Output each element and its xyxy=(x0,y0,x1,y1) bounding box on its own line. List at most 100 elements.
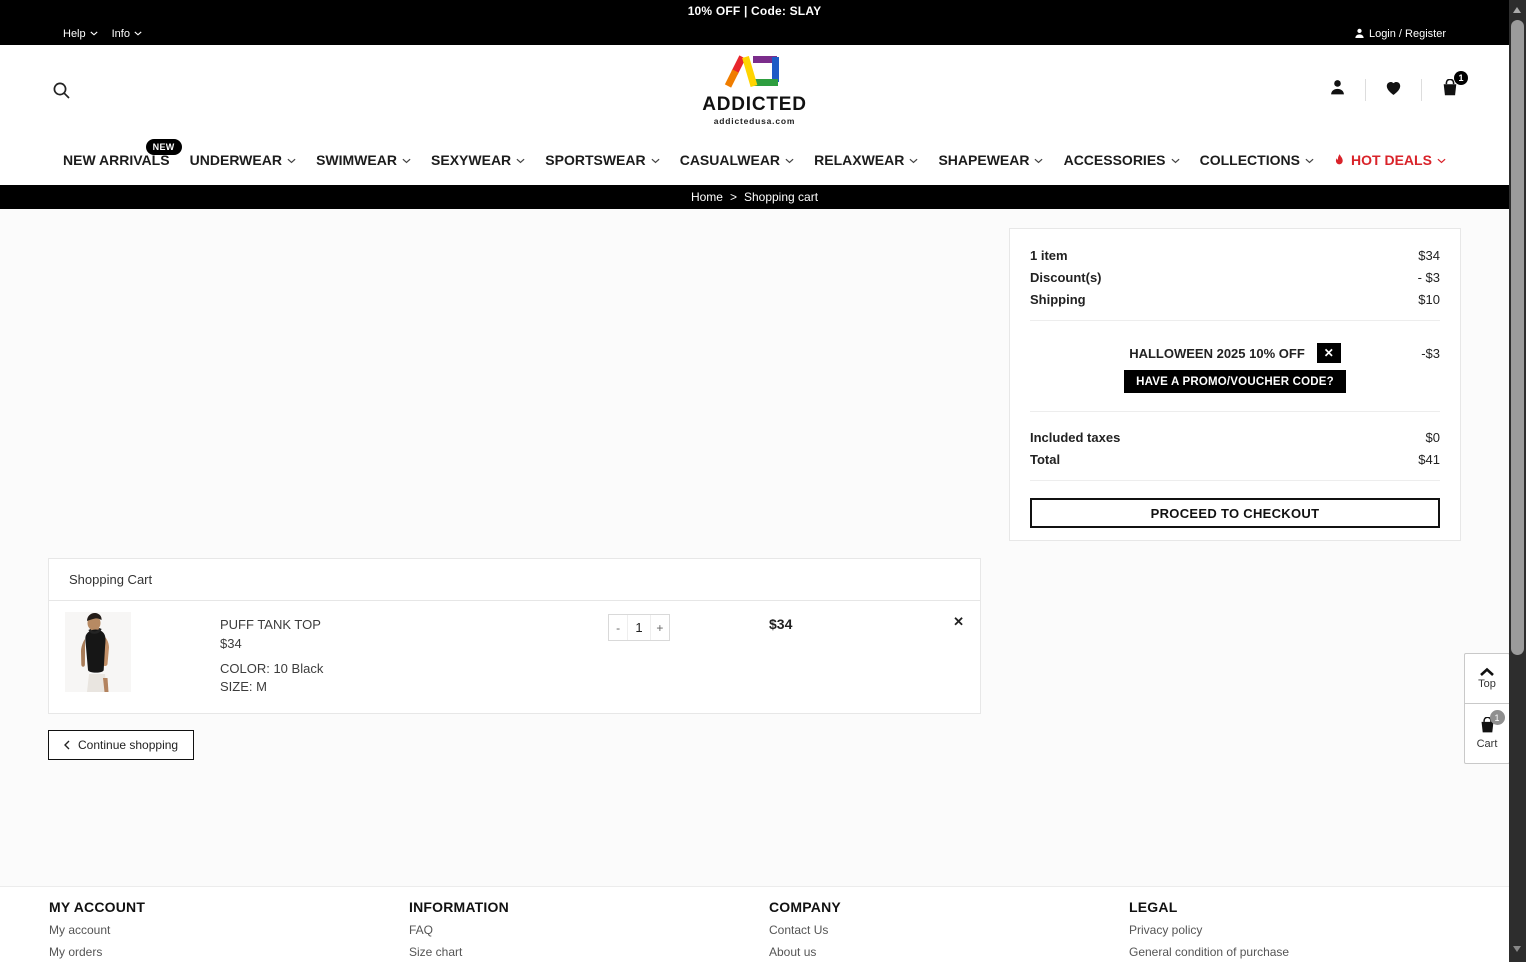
nav-item-new-arrivals[interactable]: NEW NEW ARRIVALS xyxy=(63,139,182,168)
shopping-cart-card: Shopping Cart PUFF TANK TOP $34 COLOR: 1… xyxy=(48,558,981,714)
cart-icon[interactable]: 1 xyxy=(1441,71,1468,101)
chevron-down-icon xyxy=(287,158,296,164)
footer-link[interactable]: Size chart xyxy=(409,945,769,959)
footer-link[interactable]: My account xyxy=(49,923,409,937)
help-menu[interactable]: Help xyxy=(63,28,98,40)
divider xyxy=(1421,79,1422,101)
footer-link[interactable]: About us xyxy=(769,945,1129,959)
new-badge: NEW xyxy=(145,139,182,155)
qty-increase-button[interactable]: + xyxy=(651,615,669,640)
nav-item-casualwear[interactable]: CASUALWEAR xyxy=(680,152,794,168)
nav-item-swimwear[interactable]: SWIMWEAR xyxy=(316,152,411,168)
login-register-link[interactable]: Login / Register xyxy=(1354,28,1446,40)
nav-label: SPORTSWEAR xyxy=(545,152,646,168)
footer-link[interactable]: General condition of purchase xyxy=(1129,945,1489,959)
footer-link[interactable]: Contact Us xyxy=(769,923,1129,937)
nav-item-sexywear[interactable]: SEXYWEAR xyxy=(431,152,525,168)
cart-count-badge: 1 xyxy=(1454,71,1468,85)
nav-label: HOT DEALS xyxy=(1351,152,1432,168)
divider xyxy=(1030,411,1440,412)
cart-label: Cart xyxy=(1476,738,1498,750)
cart-bag-icon: 1 xyxy=(1479,710,1505,736)
nav-item-hot-deals[interactable]: HOT DEALS xyxy=(1334,152,1446,168)
divider xyxy=(1030,320,1440,321)
remove-item-button[interactable]: ✕ xyxy=(953,614,964,630)
product-price: $34 xyxy=(220,636,242,651)
divider xyxy=(1030,480,1440,481)
page: 10% OFF | Code: SLAY Help Info Login / R… xyxy=(0,0,1509,962)
breadcrumb-home[interactable]: Home xyxy=(691,190,723,204)
chevron-down-icon xyxy=(1170,158,1180,164)
info-label: Info xyxy=(111,27,130,40)
nav-item-sportswear[interactable]: SPORTSWEAR xyxy=(545,152,660,168)
total-value: $41 xyxy=(1418,452,1440,467)
person-icon xyxy=(1355,28,1364,38)
total-label: Total xyxy=(1030,452,1061,467)
nav-item-collections[interactable]: COLLECTIONS xyxy=(1200,152,1314,168)
summary-label: Discount(s) xyxy=(1030,270,1102,285)
breadcrumb: Home > Shopping cart xyxy=(0,185,1509,209)
continue-shopping-button[interactable]: Continue shopping xyxy=(48,730,195,760)
scrollbar[interactable] xyxy=(1509,0,1526,962)
qty-decrease-button[interactable]: - xyxy=(609,615,627,640)
footer-column-company: COMPANY Contact Us About us xyxy=(769,899,1129,962)
nav-label: SHAPEWEAR xyxy=(938,152,1030,168)
divider xyxy=(1365,79,1366,101)
line-price: $34 xyxy=(769,616,793,632)
chevron-down-icon xyxy=(90,31,98,36)
total-label: Included taxes xyxy=(1030,430,1121,445)
footer-link[interactable]: FAQ xyxy=(409,923,769,937)
search-icon[interactable] xyxy=(52,81,71,105)
footer: MY ACCOUNT My account My orders INFORMATION… xyxy=(0,886,1509,962)
product-image[interactable] xyxy=(65,612,131,692)
logo-text: ADDICTED xyxy=(702,94,807,115)
login-label: Login / Register xyxy=(1368,27,1446,40)
scrollbar-down-arrow[interactable] xyxy=(1513,946,1521,952)
breadcrumb-current: Shopping cart xyxy=(743,190,819,204)
nav-item-shapewear[interactable]: SHAPEWEAR xyxy=(938,152,1044,168)
cart-title: Shopping Cart xyxy=(49,559,980,601)
floating-buttons: Top 1 Cart xyxy=(1464,653,1510,764)
scrollbar-thumb[interactable] xyxy=(1511,20,1524,655)
breadcrumb-separator: > xyxy=(729,190,737,204)
nav-item-accessories[interactable]: ACCESSORIES xyxy=(1064,152,1180,168)
scrollbar-up-arrow[interactable] xyxy=(1513,7,1521,13)
help-label: Help xyxy=(63,27,86,40)
footer-column-title: LEGAL xyxy=(1129,899,1178,915)
footer-link[interactable]: My orders xyxy=(49,945,409,959)
quantity-stepper: - 1 + xyxy=(608,614,670,641)
summary-value: $10 xyxy=(1418,292,1440,307)
chevron-down-icon xyxy=(785,158,794,164)
total-row: Included taxes $0 xyxy=(1030,427,1440,449)
info-menu[interactable]: Info xyxy=(112,28,142,40)
account-icon[interactable] xyxy=(1329,79,1346,101)
footer-column-information: INFORMATION FAQ Size chart xyxy=(409,899,769,962)
remove-voucher-button[interactable]: ✕ xyxy=(1316,343,1341,363)
total-value: $0 xyxy=(1425,430,1440,445)
footer-link[interactable]: Privacy policy xyxy=(1129,923,1489,937)
floating-cart-button[interactable]: 1 Cart xyxy=(1465,703,1509,763)
nav-item-relaxwear[interactable]: RELAXWEAR xyxy=(814,152,918,168)
nav-label: COLLECTIONS xyxy=(1199,152,1300,168)
nav-label: CASUALWEAR xyxy=(679,152,781,168)
logo-mark-icon xyxy=(724,55,779,88)
nav-item-underwear[interactable]: UNDERWEAR xyxy=(190,152,296,168)
logo-subtext: addictedusa.com xyxy=(713,116,796,126)
top-label: Top xyxy=(1478,678,1496,690)
product-name[interactable]: PUFF TANK TOP xyxy=(220,615,323,634)
wishlist-icon[interactable] xyxy=(1385,80,1402,101)
continue-shopping-label: Continue shopping xyxy=(78,738,179,752)
main-nav: NEW NEW ARRIVALS UNDERWEAR SWIMWEAR SEXYWEAR… xyxy=(0,135,1509,185)
scroll-top-button[interactable]: Top xyxy=(1465,654,1509,703)
summary-value: - $3 xyxy=(1417,270,1440,285)
chevron-down-icon xyxy=(402,158,411,164)
summary-value: $34 xyxy=(1418,248,1440,263)
main-content: 1 item $34 Discount(s) - $3 Shipping $10 HALL… xyxy=(0,209,1509,886)
announcement-text: 10% OFF | Code: SLAY xyxy=(687,4,822,18)
proceed-to-checkout-button[interactable]: PROCEED TO CHECKOUT xyxy=(1030,498,1440,528)
summary-row: Shipping $10 xyxy=(1030,289,1440,311)
chevron-down-icon xyxy=(651,158,660,164)
promo-code-button[interactable]: HAVE A PROMO/VOUCHER CODE? xyxy=(1124,370,1346,393)
logo[interactable]: ADDICTED addictedusa.com xyxy=(685,54,825,126)
nav-label: UNDERWEAR xyxy=(189,152,282,168)
